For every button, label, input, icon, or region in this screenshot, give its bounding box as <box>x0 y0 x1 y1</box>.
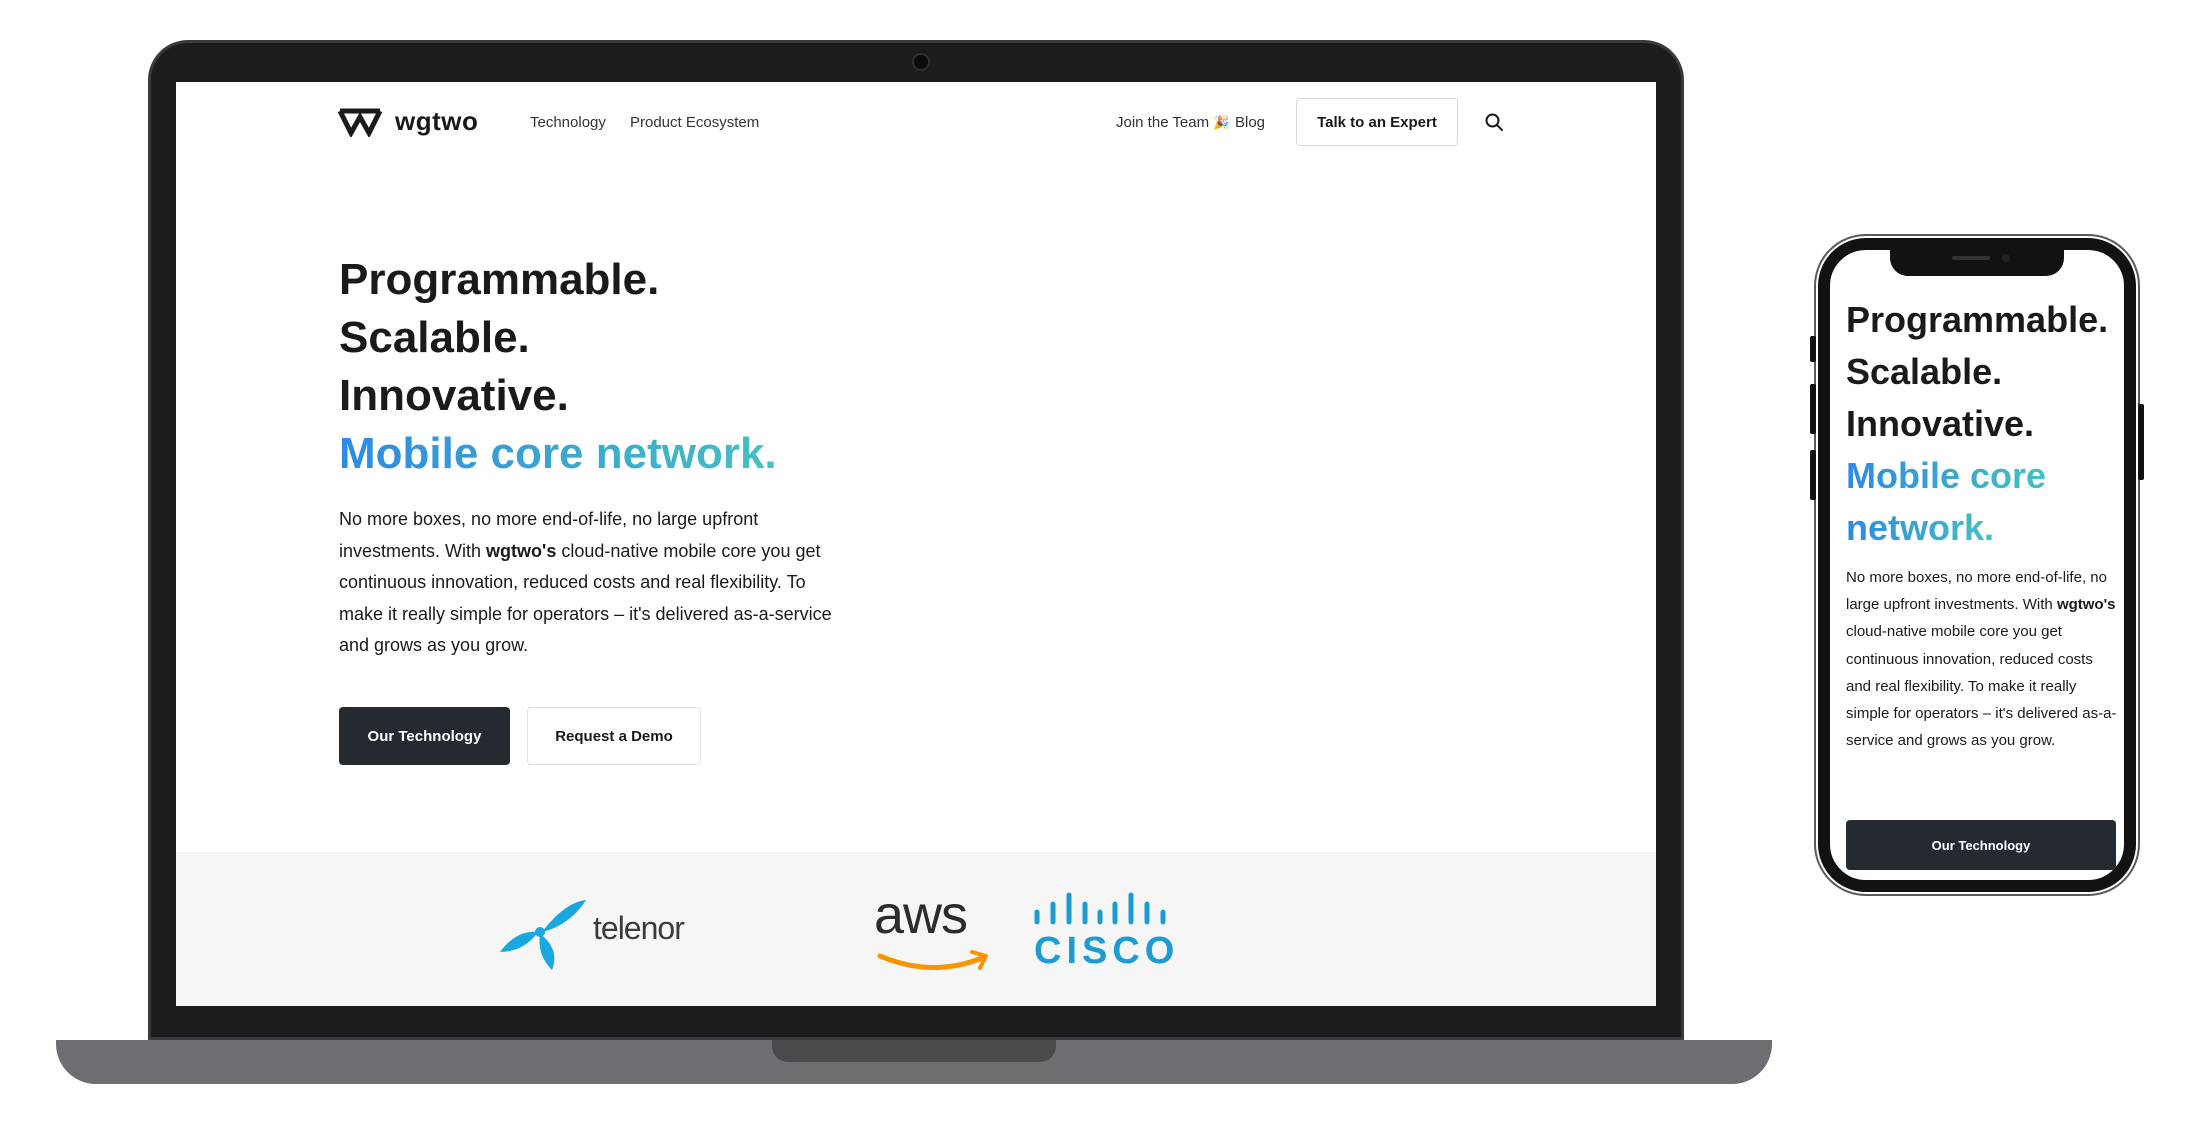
mobile-hero-accent-text-1: Mobile core <box>1846 455 2047 496</box>
phone-speaker <box>1952 256 1990 260</box>
hero-line-innovative: Innovative. <box>339 371 569 420</box>
request-demo-button[interactable]: Request a Demo <box>527 707 701 765</box>
desktop-website: wgtwo Technology Product Ecosystem Join … <box>176 82 1656 1006</box>
mobile-our-technology-button[interactable]: Our Technology <box>1846 820 2116 870</box>
phone-front-camera <box>2002 254 2010 262</box>
mobile-hero-line-innovative: Innovative. <box>1846 403 2035 444</box>
mobile-hero-accent-text-2: network. <box>1846 507 1995 548</box>
hero-line-scalable: Scalable. <box>339 313 530 362</box>
mobile-hero-body-text-2: cloud-native mobile core you get continu… <box>1846 623 2117 750</box>
party-popper-icon: 🎉 <box>1213 115 1230 130</box>
mobile-website: Programmable. Scalable. Innovative. Mobi… <box>1818 238 2136 892</box>
phone-notch <box>1890 250 2064 276</box>
nav-link-blog[interactable]: Blog <box>1235 114 1265 131</box>
hero-description: No more boxes, no more end-of-life, no l… <box>339 504 854 662</box>
cisco-bars-icon <box>1034 892 1166 925</box>
hero-accent-text: Mobile core network. <box>339 429 777 478</box>
telenor-wordmark: telenor <box>593 910 685 946</box>
brand-name: wgtwo <box>395 106 479 136</box>
telenor-propeller-icon <box>500 900 586 970</box>
phone-silent-switch <box>1810 336 1816 362</box>
aws-wordmark: aws <box>874 885 968 945</box>
join-the-team-label: Join the Team <box>1116 114 1210 131</box>
our-technology-button[interactable]: Our Technology <box>339 707 510 765</box>
site-header: wgtwo Technology Product Ecosystem Join … <box>176 82 1656 162</box>
mobile-hero-accent-line-2: network. <box>1846 506 1994 550</box>
wgtwo-w-logo-icon <box>337 108 383 137</box>
nav-link-product-ecosystem[interactable]: Product Ecosystem <box>630 114 759 131</box>
mobile-hero-description: No more boxes, no more end-of-life, no l… <box>1846 564 2118 754</box>
hero-body-brand: wgtwo's <box>486 540 557 561</box>
talk-to-expert-button[interactable]: Talk to an Expert <box>1296 98 1458 146</box>
laptop-camera <box>912 53 930 71</box>
phone-volume-down-button <box>1810 450 1816 500</box>
mobile-hero-body-brand: wgtwo's <box>2056 596 2116 614</box>
partner-logos-strip: telenor aws CISCO <box>176 852 1656 1006</box>
nav-link-technology[interactable]: Technology <box>530 114 606 131</box>
hero-line-programmable: Programmable. <box>339 255 660 304</box>
hero-accent-line: Mobile core network. <box>339 428 777 480</box>
brand-logo[interactable]: wgtwo <box>337 106 478 137</box>
amazon-smile-arrow-icon <box>877 950 988 971</box>
mobile-hero-accent-line-1: Mobile core <box>1846 454 2046 498</box>
mobile-hero-line-scalable: Scalable. <box>1846 351 2003 392</box>
cisco-wordmark: cisco <box>1034 930 1180 972</box>
phone-volume-up-button <box>1810 384 1816 434</box>
laptop-opening-notch <box>772 1040 1056 1062</box>
phone-power-button <box>2138 404 2144 480</box>
search-icon[interactable] <box>1484 112 1504 137</box>
mobile-hero-line-programmable: Programmable. <box>1846 299 2109 340</box>
nav-link-join-the-team[interactable]: Join the Team 🎉 <box>1116 114 1229 131</box>
